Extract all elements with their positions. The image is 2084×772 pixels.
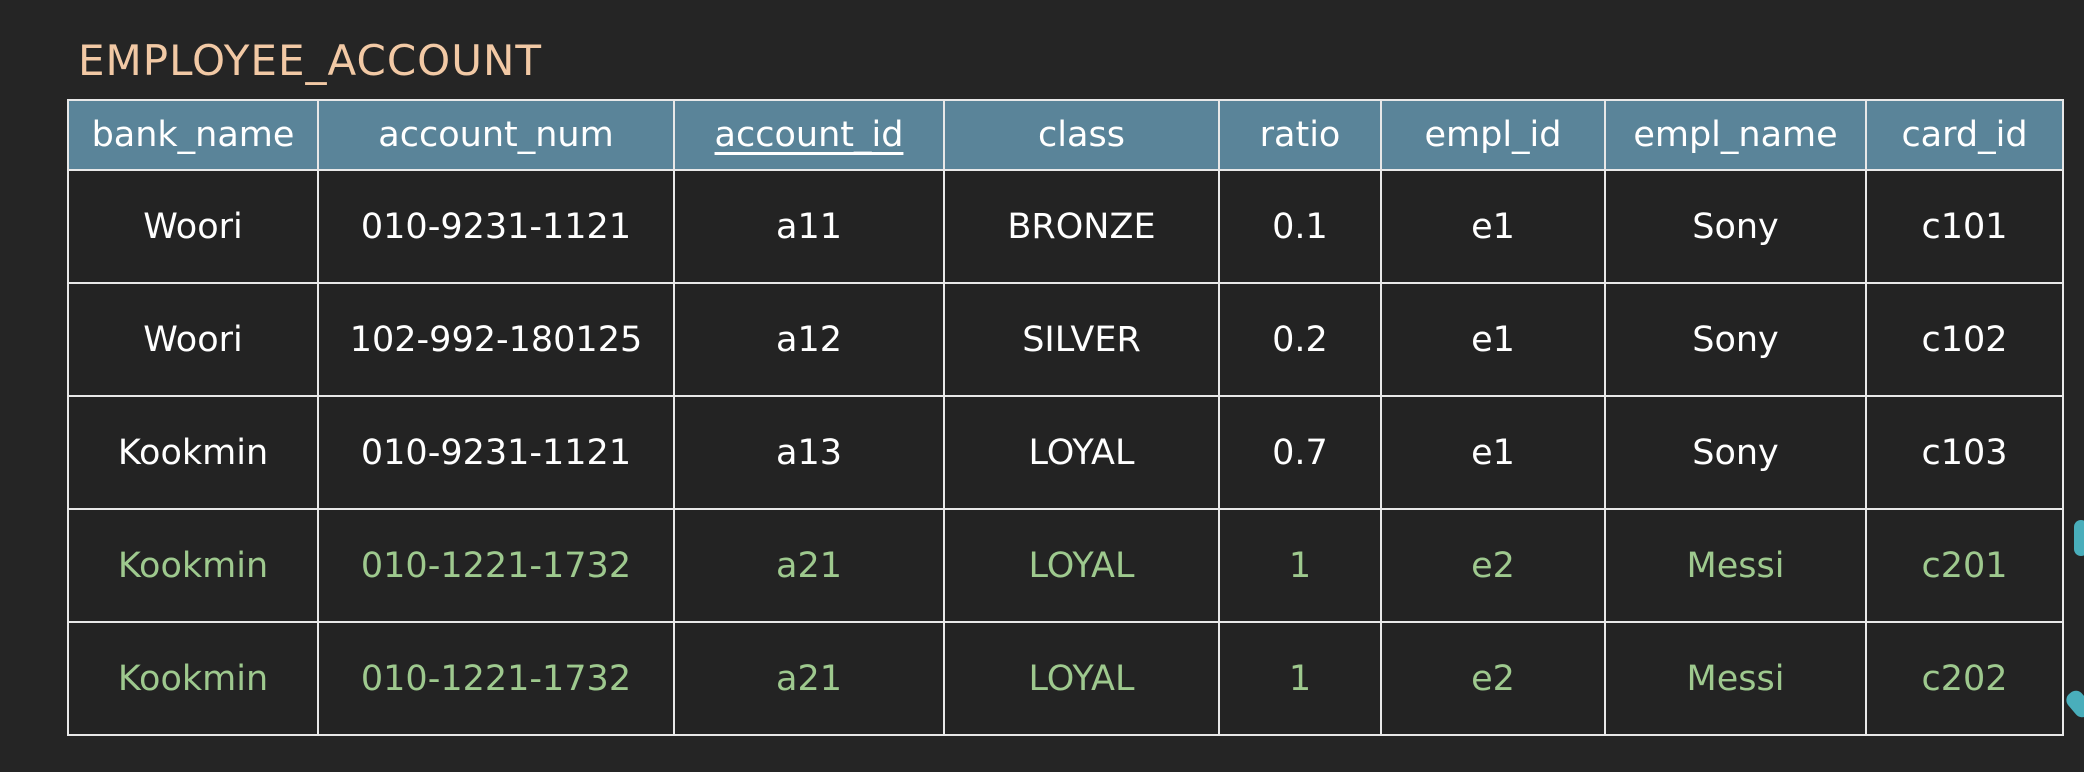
table-cell: c202	[1865, 621, 2064, 736]
table-cell: e2	[1380, 508, 1606, 623]
table-cell: 0.7	[1218, 395, 1382, 510]
table-cell: c101	[1865, 169, 2064, 284]
column-header: empl_id	[1380, 99, 1606, 171]
table-cell: 0.2	[1218, 282, 1382, 397]
table-cell: Woori	[67, 282, 319, 397]
table-cell: e1	[1380, 395, 1606, 510]
column-header: class	[943, 99, 1220, 171]
table-cell: Messi	[1604, 621, 1867, 736]
table-cell: Sony	[1604, 282, 1867, 397]
column-header: empl_name	[1604, 99, 1867, 171]
table-cell: 1	[1218, 508, 1382, 623]
table-cell: Messi	[1604, 508, 1867, 623]
table-row-highlighted: Kookmin 010-1221-1732 a21 LOYAL 1 e2 Mes…	[67, 508, 2064, 623]
column-header-primary-key: account_id	[673, 99, 945, 171]
table-cell: LOYAL	[943, 395, 1220, 510]
table-row: Woori 010-9231-1121 a11 BRONZE 0.1 e1 So…	[67, 169, 2064, 284]
table-row: Woori 102-992-180125 a12 SILVER 0.2 e1 S…	[67, 282, 2064, 397]
table-cell: 010-9231-1121	[317, 395, 675, 510]
column-header: bank_name	[67, 99, 319, 171]
column-header: ratio	[1218, 99, 1382, 171]
table-cell: Kookmin	[67, 395, 319, 510]
table-cell: a11	[673, 169, 945, 284]
table-cell: Sony	[1604, 169, 1867, 284]
table-title: EMPLOYEE_ACCOUNT	[78, 36, 543, 85]
table-row-highlighted: Kookmin 010-1221-1732 a21 LOYAL 1 e2 Mes…	[67, 621, 2064, 736]
table-cell: Sony	[1604, 395, 1867, 510]
table-cell: LOYAL	[943, 621, 1220, 736]
table-cell: Kookmin	[67, 508, 319, 623]
table-cell: SILVER	[943, 282, 1220, 397]
table-cell: a12	[673, 282, 945, 397]
column-header: card_id	[1865, 99, 2064, 171]
table-cell: BRONZE	[943, 169, 1220, 284]
table-cell: 010-1221-1732	[317, 508, 675, 623]
table-cell: e2	[1380, 621, 1606, 736]
table-cell: e1	[1380, 282, 1606, 397]
table-cell: Woori	[67, 169, 319, 284]
table-cell: a13	[673, 395, 945, 510]
table-row: Kookmin 010-9231-1121 a13 LOYAL 0.7 e1 S…	[67, 395, 2064, 510]
table-cell: 0.1	[1218, 169, 1382, 284]
table-cell: a21	[673, 508, 945, 623]
table-cell: c201	[1865, 508, 2064, 623]
table-cell: 102-992-180125	[317, 282, 675, 397]
table-cell: 010-9231-1121	[317, 169, 675, 284]
table-cell: 010-1221-1732	[317, 621, 675, 736]
edge-decoration	[2074, 520, 2084, 556]
edge-decoration	[2063, 687, 2084, 721]
table-cell: 1	[1218, 621, 1382, 736]
employee-account-table: bank_name account_num account_id class r…	[67, 99, 2064, 736]
table-cell: e1	[1380, 169, 1606, 284]
table-cell: Kookmin	[67, 621, 319, 736]
column-header: account_num	[317, 99, 675, 171]
table-cell: c103	[1865, 395, 2064, 510]
table-cell: a21	[673, 621, 945, 736]
header-row: bank_name account_num account_id class r…	[67, 99, 2064, 171]
table-cell: c102	[1865, 282, 2064, 397]
table-cell: LOYAL	[943, 508, 1220, 623]
